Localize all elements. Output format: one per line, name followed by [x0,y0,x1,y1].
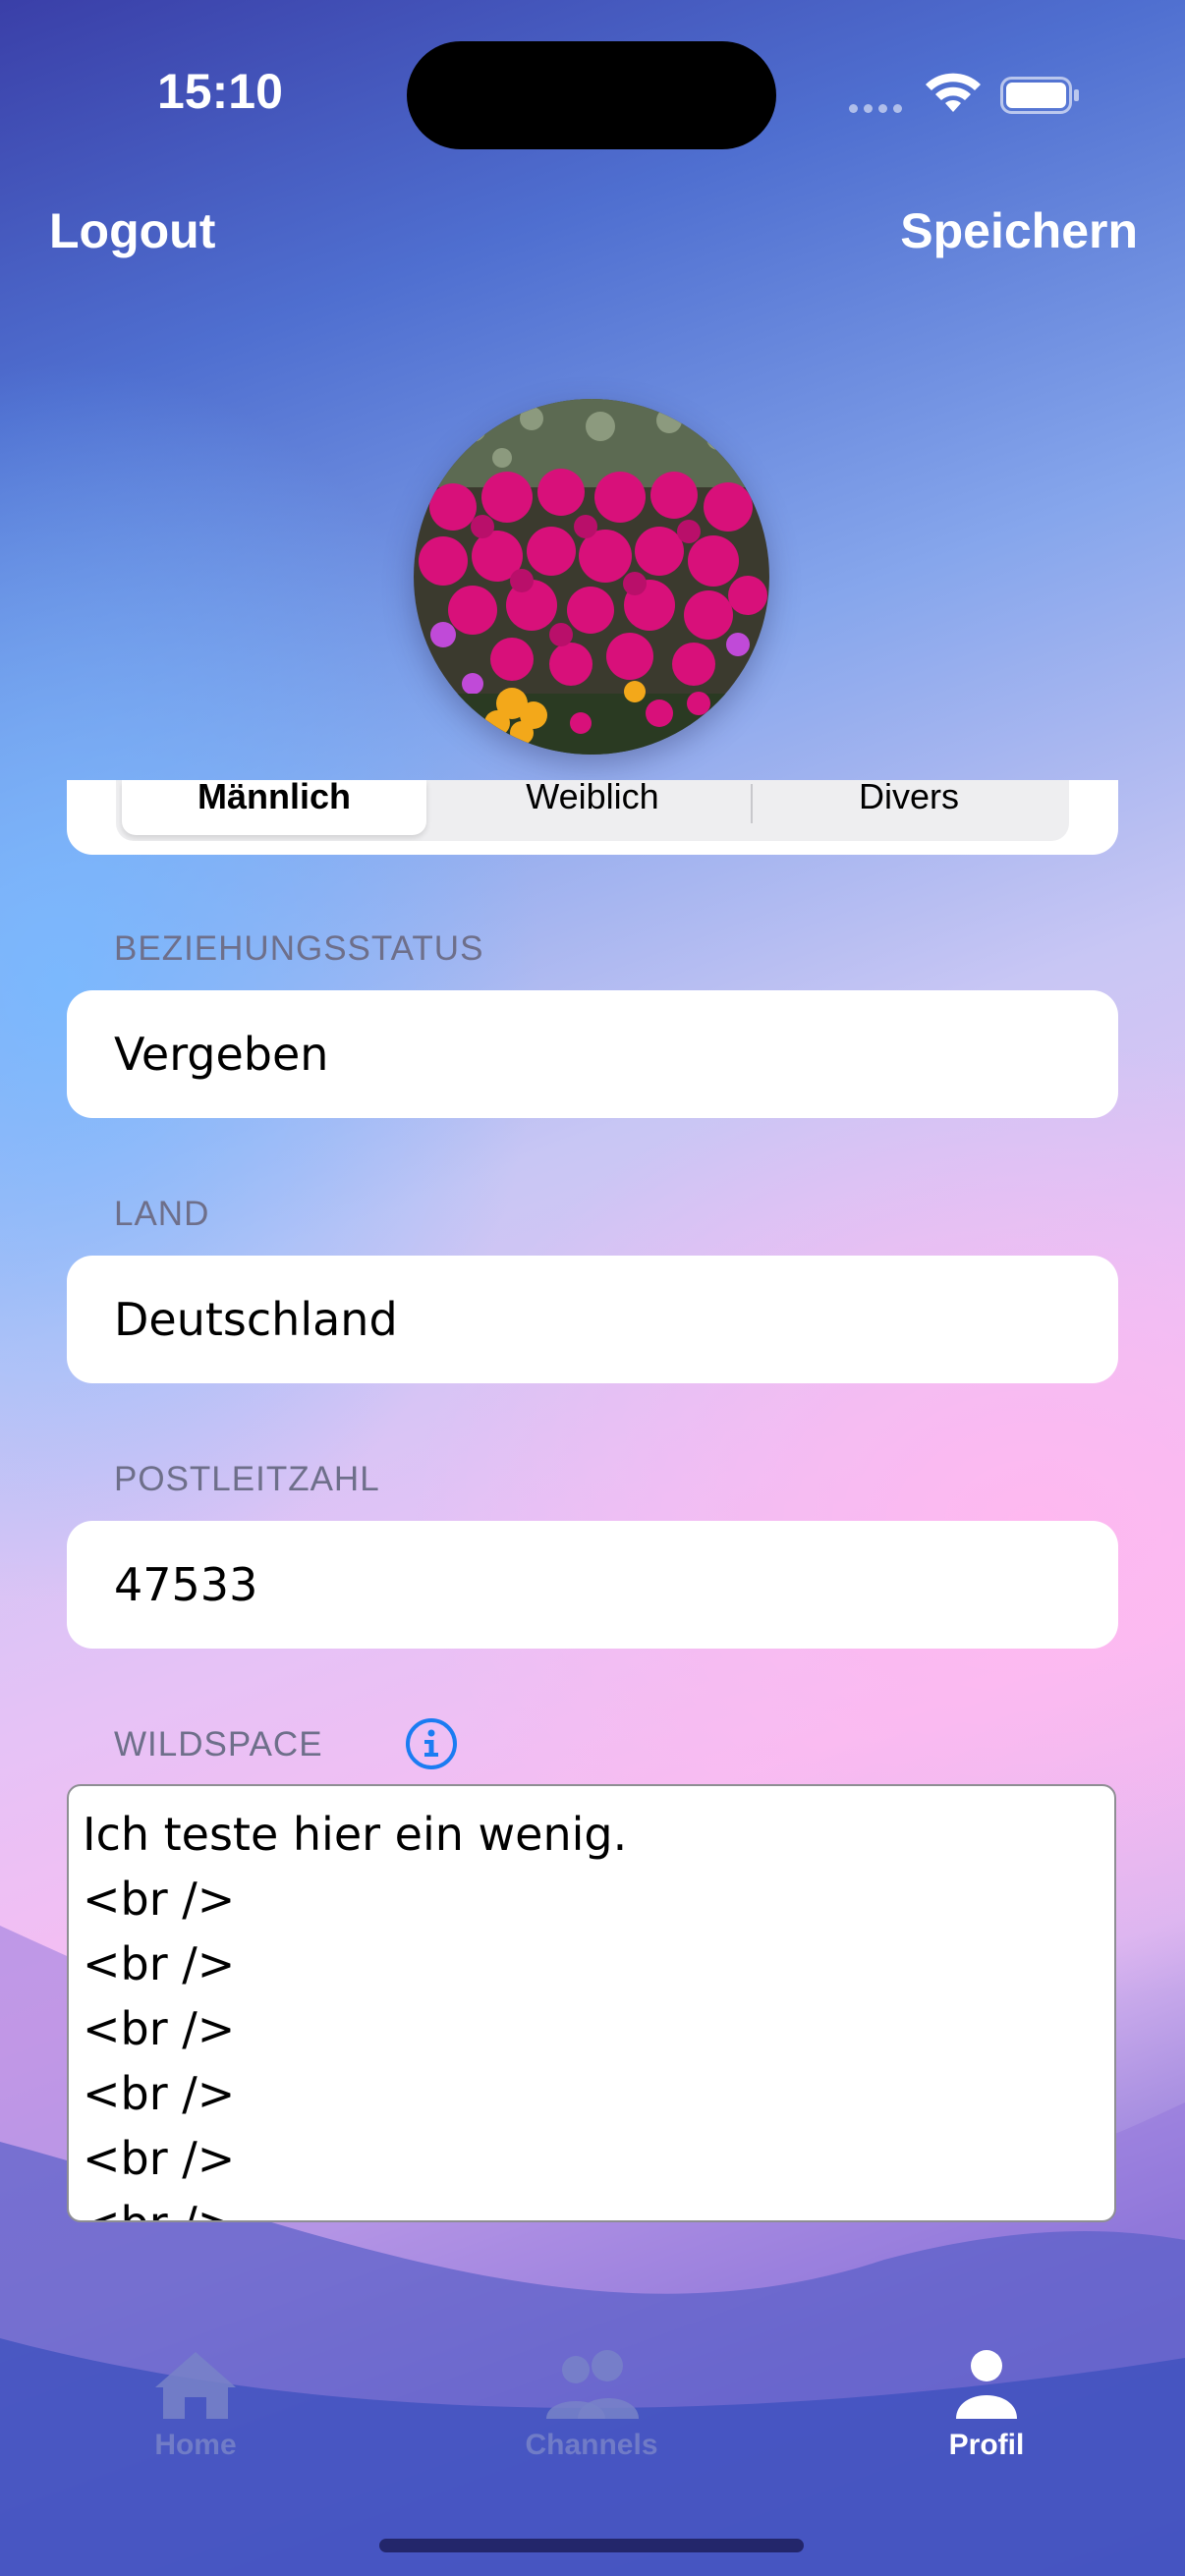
gender-option-female[interactable]: Weiblich [440,780,745,835]
wildspace-label: WILDSPACE [114,1725,323,1764]
tab-home[interactable]: Home [87,2348,304,2462]
tab-home-label: Home [154,2429,237,2461]
save-button[interactable]: Speichern [900,202,1138,259]
tab-channels-label: Channels [525,2429,658,2461]
postal-code-field[interactable]: 47533 [67,1521,1118,1649]
wildspace-textarea[interactable]: Ich teste hier ein wenig. <br /> <br /> … [67,1784,1116,2222]
country-label: LAND [114,1195,210,1233]
postal-code-label: POSTLEITZAHL [114,1460,380,1498]
info-icon[interactable] [405,1717,458,1770]
profile-avatar[interactable] [414,399,769,755]
relationship-status-field[interactable]: Vergeben [67,990,1118,1118]
avatar-flower-image [414,399,769,755]
people-icon [546,2350,639,2419]
wifi-icon [926,73,981,112]
dynamic-island [407,41,776,149]
battery-icon [1000,77,1079,114]
cellular-signal-icon [849,98,908,117]
relationship-status-label: BEZIEHUNGSSTATUS [114,929,484,968]
status-time: 15:10 [157,64,283,119]
tab-profile[interactable]: Profil [878,2348,1095,2462]
tab-channels[interactable]: Channels [483,2348,700,2462]
gender-segmented-control: Männlich Weiblich Divers [116,780,1069,841]
tab-profile-label: Profil [948,2429,1025,2461]
country-field[interactable]: Deutschland [67,1256,1118,1383]
gender-option-male[interactable]: Männlich [122,780,426,835]
logout-button[interactable]: Logout [49,202,215,259]
home-indicator [379,2539,804,2552]
gender-option-diverse[interactable]: Divers [757,780,1061,835]
segment-divider [751,784,753,823]
gender-card: Männlich Weiblich Divers [67,780,1118,855]
person-icon [956,2350,1017,2419]
house-icon [155,2352,236,2419]
